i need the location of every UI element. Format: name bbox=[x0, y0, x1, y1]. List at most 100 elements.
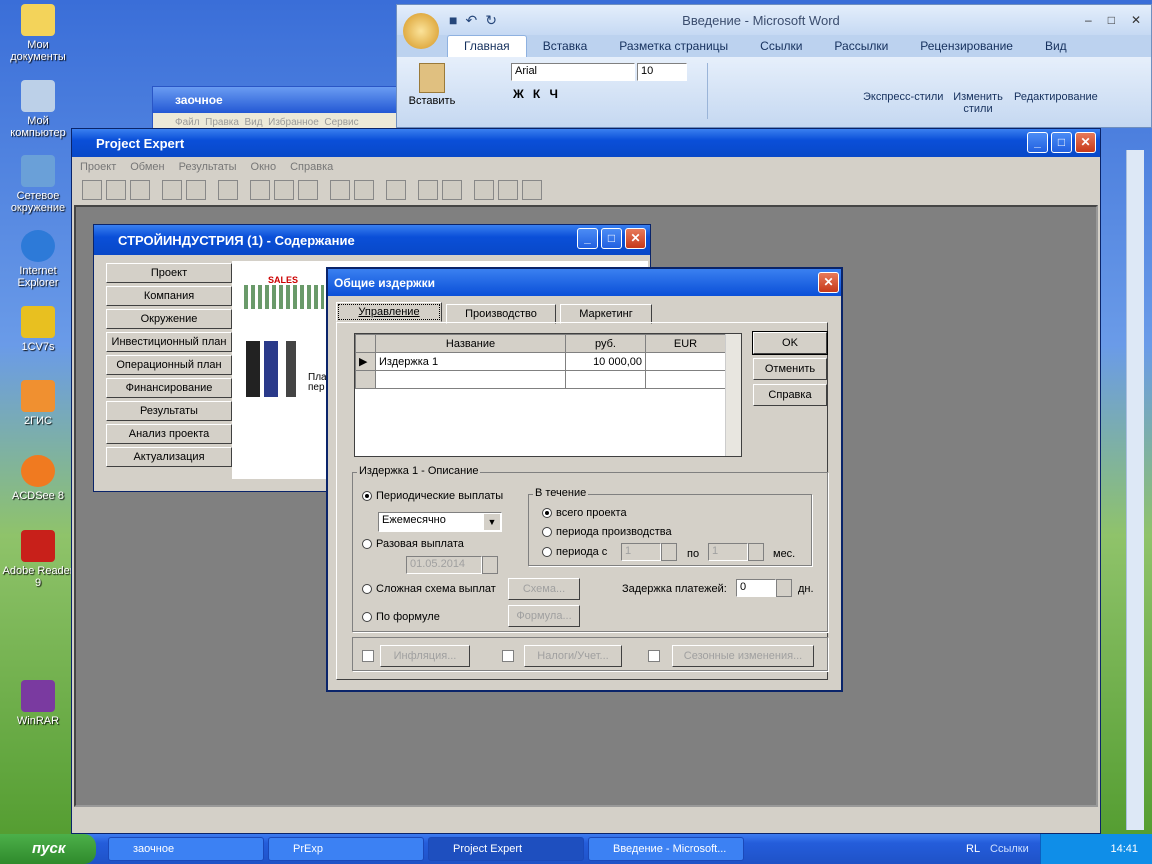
tab-home[interactable]: Главная bbox=[447, 35, 527, 57]
maximize-button[interactable]: □ bbox=[601, 228, 622, 249]
report-icon[interactable] bbox=[250, 180, 270, 200]
chart-icon[interactable] bbox=[354, 180, 374, 200]
print-icon[interactable] bbox=[186, 180, 206, 200]
calc-icon[interactable] bbox=[522, 180, 542, 200]
period-from-field[interactable]: 1 bbox=[621, 543, 661, 561]
links-toolbar[interactable]: Ссылки bbox=[990, 843, 1029, 855]
redo-icon[interactable]: ↻ bbox=[485, 12, 497, 29]
open-icon[interactable] bbox=[106, 180, 126, 200]
to-spinner[interactable] bbox=[748, 543, 764, 561]
desktop-icon-documents[interactable]: Мои документы bbox=[0, 4, 76, 63]
percent-icon[interactable] bbox=[330, 180, 350, 200]
cell-name[interactable]: Издержка 1 bbox=[375, 352, 566, 371]
maximize-icon[interactable]: □ bbox=[1108, 13, 1115, 27]
close-icon[interactable]: ✕ bbox=[1131, 13, 1141, 27]
nav-operational-plan[interactable]: Операционный план bbox=[106, 355, 232, 375]
complex-scheme-radio[interactable]: Сложная схема выплат bbox=[362, 583, 496, 595]
exit-icon[interactable] bbox=[218, 180, 238, 200]
cancel-button[interactable]: Отменить bbox=[753, 358, 827, 380]
costs-grid[interactable]: Название руб. EUR ▶ Издержка 1 10 000,00 bbox=[354, 333, 742, 457]
start-button[interactable]: пуск bbox=[0, 834, 96, 864]
nav-company[interactable]: Компания bbox=[106, 286, 232, 306]
nav-results[interactable]: Результаты bbox=[106, 401, 232, 421]
col-rub[interactable]: руб. bbox=[565, 334, 646, 353]
col-eur[interactable]: EUR bbox=[645, 334, 726, 353]
tab-view[interactable]: Вид bbox=[1029, 36, 1083, 57]
period-select[interactable]: Ежемесячно ▼ bbox=[378, 512, 502, 532]
save-icon[interactable]: ■ bbox=[449, 12, 457, 29]
formula-button[interactable]: Формула... bbox=[508, 605, 580, 627]
formula-radio[interactable]: По формуле bbox=[362, 611, 440, 623]
desktop-icon-adobe[interactable]: Adobe Reader 9 bbox=[0, 530, 76, 589]
taxes-button[interactable]: Налоги/Учет... bbox=[524, 645, 622, 667]
word-scrollbar[interactable] bbox=[1126, 150, 1144, 830]
desktop-icon-acdsee[interactable]: ACDSee 8 bbox=[0, 455, 76, 502]
clock[interactable]: 14:41 bbox=[1110, 843, 1138, 855]
seasonal-button[interactable]: Сезонные изменения... bbox=[672, 645, 814, 667]
preview-icon[interactable] bbox=[162, 180, 182, 200]
desktop-icon-winrar[interactable]: WinRAR bbox=[0, 680, 76, 727]
ok-button[interactable]: OK bbox=[752, 331, 828, 355]
explorer-window[interactable]: заочное Файл Правка Вид Избранное Сервис bbox=[152, 86, 402, 132]
from-spinner[interactable] bbox=[661, 543, 677, 561]
new-icon[interactable] bbox=[82, 180, 102, 200]
cell-rub[interactable]: 10 000,00 bbox=[565, 352, 646, 371]
menu-help[interactable]: Справка bbox=[290, 161, 333, 173]
minimize-icon[interactable]: – bbox=[1085, 13, 1092, 27]
date-spinner[interactable] bbox=[482, 556, 498, 574]
tab-references[interactable]: Ссылки bbox=[744, 36, 818, 57]
inflation-checkbox[interactable] bbox=[362, 650, 374, 662]
dialog-close-button[interactable]: ✕ bbox=[818, 272, 839, 293]
periodic-radio[interactable]: Периодические выплаты bbox=[362, 490, 503, 502]
period-to-field[interactable]: 1 bbox=[708, 543, 748, 561]
minimize-button[interactable]: _ bbox=[577, 228, 598, 249]
tab-layout[interactable]: Разметка страницы bbox=[603, 36, 744, 57]
grid-scrollbar[interactable] bbox=[725, 334, 741, 456]
tab-review[interactable]: Рецензирование bbox=[904, 36, 1029, 57]
undo-icon[interactable]: ↶ bbox=[465, 12, 477, 29]
maximize-button[interactable]: □ bbox=[1051, 132, 1072, 153]
general-costs-dialog[interactable]: Общие издержки ✕ Управление Производство… bbox=[326, 267, 843, 692]
production-period-radio[interactable]: периода производства bbox=[542, 526, 672, 538]
editing-button[interactable]: Редактирование bbox=[1014, 91, 1098, 103]
delay-field[interactable]: 0 bbox=[736, 579, 776, 597]
desktop-icon-2gis[interactable]: 2ГИС bbox=[0, 380, 76, 427]
tab-production[interactable]: Производство bbox=[446, 304, 556, 324]
tab-marketing[interactable]: Маркетинг bbox=[560, 304, 652, 324]
all-project-radio[interactable]: всего проекта bbox=[542, 507, 627, 519]
font-size-select[interactable]: 10 bbox=[637, 63, 687, 81]
menu-project[interactable]: Проект bbox=[80, 161, 116, 173]
menu-exchange[interactable]: Обмен bbox=[130, 161, 164, 173]
paragraph-buttons[interactable] bbox=[707, 63, 847, 119]
close-button[interactable]: ✕ bbox=[1075, 132, 1096, 153]
chevron-down-icon[interactable]: ▼ bbox=[484, 514, 500, 530]
nav-financing[interactable]: Финансирование bbox=[106, 378, 232, 398]
nav-investment-plan[interactable]: Инвестиционный план bbox=[106, 332, 232, 352]
table-row[interactable]: ▶ Издержка 1 10 000,00 bbox=[355, 352, 726, 371]
paste-button[interactable]: Вставить bbox=[407, 63, 457, 107]
task-explorer[interactable]: заочное bbox=[108, 837, 264, 861]
cashflow-icon[interactable] bbox=[274, 180, 294, 200]
desktop-icon-1c[interactable]: 1CV7s bbox=[0, 306, 76, 353]
onetime-radio[interactable]: Разовая выплата bbox=[362, 538, 464, 550]
taxes-checkbox[interactable] bbox=[502, 650, 514, 662]
nav-analysis[interactable]: Анализ проекта bbox=[106, 424, 232, 444]
office-button[interactable] bbox=[403, 13, 439, 49]
document-icon[interactable] bbox=[442, 180, 462, 200]
font-name-select[interactable]: Arial bbox=[511, 63, 635, 81]
task-project-expert[interactable]: Project Expert bbox=[428, 837, 584, 861]
list-icon[interactable] bbox=[498, 180, 518, 200]
desktop-icon-network[interactable]: Сетевое окружение bbox=[0, 155, 76, 214]
task-word[interactable]: Введение - Microsoft... bbox=[588, 837, 744, 861]
minimize-button[interactable]: _ bbox=[1027, 132, 1048, 153]
period-from-radio[interactable]: периода с bbox=[542, 546, 607, 558]
save-icon[interactable] bbox=[130, 180, 150, 200]
graph-icon[interactable] bbox=[386, 180, 406, 200]
balance-icon[interactable] bbox=[298, 180, 318, 200]
scheme-button[interactable]: Схема... bbox=[508, 578, 580, 600]
word-window[interactable]: ■ ↶ ↻ Введение - Microsoft Word – □ ✕ Главна… bbox=[396, 4, 1152, 128]
delay-spinner[interactable] bbox=[776, 579, 792, 597]
desktop-icon-computer[interactable]: Мой компьютер bbox=[0, 80, 76, 139]
table-row[interactable] bbox=[355, 370, 726, 389]
close-button[interactable]: ✕ bbox=[625, 228, 646, 249]
